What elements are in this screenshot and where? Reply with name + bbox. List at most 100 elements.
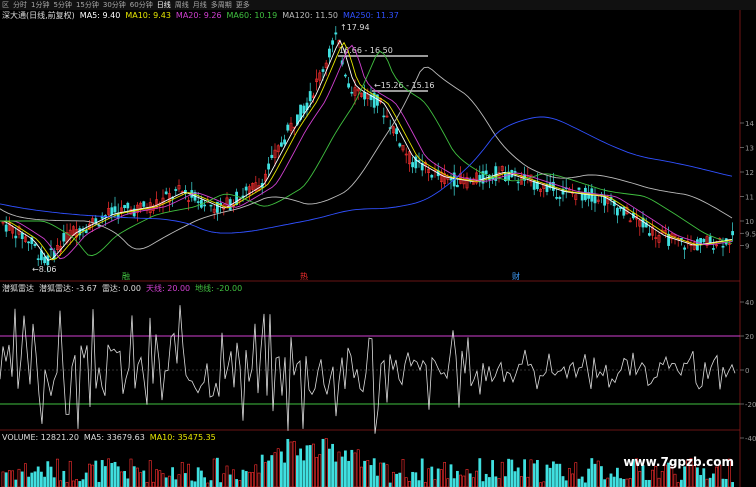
volume-bar — [289, 441, 293, 487]
volume-bar — [267, 460, 271, 487]
volume-bar — [39, 471, 43, 487]
tab-period-4[interactable]: 30分钟 — [103, 0, 126, 10]
candle-body — [27, 241, 31, 244]
tab-period-2[interactable]: 5分钟 — [53, 0, 71, 10]
candle-body — [43, 256, 47, 264]
price-tick-label: 13 — [745, 145, 754, 153]
volume-bar — [449, 464, 453, 487]
candle-body — [395, 128, 399, 135]
candle-body — [302, 105, 306, 114]
volume-bar — [475, 470, 479, 487]
candle-body — [174, 189, 178, 191]
volume-bar — [359, 466, 363, 487]
indicator-line-legend: 雷达: 0.00 天线: 20.00 地线: -20.00 — [102, 283, 242, 294]
volume-bar — [593, 463, 597, 487]
volume-bar — [599, 466, 603, 487]
ma-line-2 — [0, 44, 733, 260]
candle-body — [126, 202, 130, 209]
volume-bar — [555, 463, 559, 487]
volume-bar — [567, 468, 571, 487]
watermark: www.7gpzb.com — [623, 455, 734, 469]
volume-bar — [295, 455, 299, 487]
volume-bar — [430, 466, 434, 487]
volume-bar — [263, 462, 267, 487]
volume-bar — [670, 466, 674, 487]
volume-bar — [385, 464, 389, 487]
volume-bar — [523, 459, 527, 487]
candle-body — [321, 69, 325, 72]
volume-bar — [603, 479, 607, 487]
volume-bar — [4, 472, 8, 487]
indicator-tick-label: 20 — [745, 333, 754, 341]
tab-period-3[interactable]: 15分钟 — [76, 0, 99, 10]
candle-body — [711, 248, 715, 250]
indicator-series — [0, 305, 740, 434]
volume-bar — [571, 473, 575, 487]
volume-bar — [619, 478, 623, 487]
volume-bar — [81, 479, 85, 487]
volume-bar — [356, 449, 360, 487]
volume-bar — [225, 465, 229, 487]
tab-period-5[interactable]: 60分钟 — [130, 0, 153, 10]
volume-bar — [168, 475, 171, 487]
volume-bar — [94, 460, 98, 487]
volume-bar — [510, 459, 514, 487]
tab-period-7[interactable]: 周线 — [175, 0, 189, 10]
ma-legend-item-0: MA5: 9.40 — [79, 10, 121, 20]
volume-bar — [699, 474, 703, 487]
volume-bar — [580, 476, 584, 487]
annotation-high: ↑17.94 — [340, 23, 370, 32]
volume-bar — [152, 481, 155, 487]
volume-bar — [30, 472, 34, 487]
volume-bar — [84, 472, 88, 487]
volume-bar — [260, 454, 264, 487]
candle-body — [279, 142, 283, 147]
volume-bar — [395, 473, 399, 487]
candle-body — [164, 191, 168, 195]
tab-period-0[interactable]: 分时 — [13, 0, 27, 10]
volume-bar — [190, 480, 194, 487]
candle-body — [721, 245, 725, 248]
ma-legend-item-5: MA250: 11.37 — [343, 10, 399, 20]
price-tick-label: 9.5 — [745, 230, 756, 238]
volume-bar — [507, 458, 511, 487]
volume-bar — [465, 469, 469, 487]
chart-canvas[interactable]: ↑17.9416.66 - 16.50←15.26 - 15.16←8.06融热… — [0, 0, 756, 487]
tab-period-1[interactable]: 1分钟 — [31, 0, 49, 10]
tab-period-9[interactable]: 多周期 — [211, 0, 232, 10]
volume-bar — [628, 478, 632, 487]
volume-bar — [334, 461, 338, 487]
candle-body — [209, 204, 213, 207]
candlestick-series: ↑17.9416.66 - 16.50←15.26 - 15.16←8.06融热… — [1, 23, 735, 281]
volume-bar — [484, 473, 488, 487]
volume-bar — [55, 458, 59, 487]
volume-bar — [113, 461, 117, 487]
volume-bar — [1, 471, 5, 487]
period-toolbar: 区分时 1分钟 5分钟 15分钟 30分钟 60分钟 日线 周线 月线 多周期 更多 — [0, 0, 756, 10]
volume-bar — [219, 482, 223, 487]
volume-bar — [305, 445, 309, 487]
ma-legend-item-3: MA60: 10.19 — [226, 10, 278, 20]
volume-bar — [33, 471, 37, 487]
volume-bar — [91, 464, 95, 487]
candle-body — [683, 247, 687, 250]
volume-bar — [17, 468, 21, 487]
volume-bar — [20, 471, 24, 487]
candle-body — [647, 233, 651, 236]
volume-bar — [206, 482, 210, 487]
volume-bar — [337, 451, 341, 487]
volume-bar — [235, 479, 239, 487]
tab-period-6[interactable]: 日线 — [157, 0, 171, 10]
volume-ma-legend: MA5: 33679.63 MA10: 35475.35 — [84, 433, 216, 442]
volume-bar — [676, 482, 680, 487]
volume-bar — [625, 478, 629, 487]
tab-period-10[interactable]: 更多 — [236, 0, 250, 10]
volume-bar — [100, 460, 104, 487]
volume-bar — [545, 464, 549, 487]
tab-period-8[interactable]: 月线 — [193, 0, 207, 10]
event-marker-0: 融 — [122, 271, 130, 281]
candle-body — [593, 196, 597, 204]
indicator-legend: 潜狐雷达 潜狐雷达: -3.67 雷达: 0.00 天线: 20.00 地线: -2… — [2, 283, 242, 293]
volume-bar — [279, 451, 283, 487]
volume-bar — [420, 458, 424, 487]
